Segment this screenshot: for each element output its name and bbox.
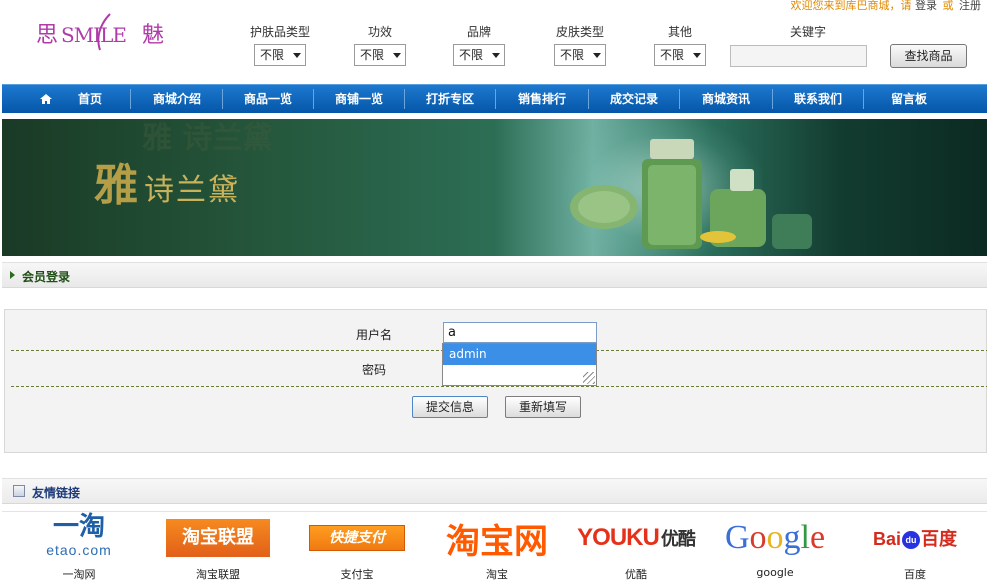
logo-word: SMILE <box>61 23 126 47</box>
filter-skin-type: 皮肤类型 不限 <box>540 24 620 66</box>
filter-effect: 功效 不限 <box>340 24 420 66</box>
password-label: 密码 <box>362 363 387 377</box>
filter-skincare-type-select[interactable]: 不限 <box>254 44 306 66</box>
friend-link-taobao[interactable]: 淘宝网 淘宝 <box>432 512 562 581</box>
youku-logo: YOUKU 优酷 <box>577 524 696 551</box>
chevron-down-icon <box>593 53 601 58</box>
etao-logo: 一淘 etao.com <box>46 511 112 558</box>
chevron-down-icon <box>693 53 701 58</box>
reset-button[interactable]: 重新填写 <box>505 396 581 418</box>
filter-other-select[interactable]: 不限 <box>654 44 706 66</box>
nav-item-news[interactable]: 商城资讯 <box>680 85 772 113</box>
friend-link-caption: 一淘网 <box>62 568 96 581</box>
nav-item-products[interactable]: 商品一览 <box>223 85 313 113</box>
chevron-down-icon <box>393 53 401 58</box>
friend-link-google[interactable]: Google google <box>710 512 840 581</box>
logo-char-left: 思 <box>36 23 58 48</box>
login-form: 用户名 a 密码 提交信息 重新填写 admin <box>4 309 987 453</box>
site-logo[interactable]: 思 SMILE 魅 <box>36 12 176 56</box>
username-input[interactable]: a <box>443 322 597 343</box>
friend-link-caption: 支付宝 <box>340 568 374 581</box>
keyword-input[interactable] <box>730 45 867 67</box>
row-divider <box>11 386 987 387</box>
friend-links-header: 友情链接 <box>2 478 987 504</box>
triangle-right-icon <box>10 271 15 279</box>
member-login-header: 会员登录 <box>2 262 987 288</box>
nav-item-contact[interactable]: 联系我们 <box>773 85 863 113</box>
username-label: 用户名 <box>356 328 393 342</box>
nav-item-guestbook[interactable]: 留言板 <box>864 85 954 113</box>
filter-brand: 品牌 不限 <box>439 24 519 66</box>
friend-link-baidu[interactable]: Bai du 百度 百度 <box>850 512 980 581</box>
friend-link-etao[interactable]: 一淘 etao.com 一淘网 <box>14 512 144 581</box>
filter-label: 功效 <box>367 25 392 39</box>
nav-item-home[interactable]: 首页 <box>60 85 120 113</box>
friend-link-alipay[interactable]: 快捷支付 支付宝 <box>292 512 422 581</box>
autocomplete-option[interactable]: admin <box>443 344 596 365</box>
promo-banner[interactable]: 雅 诗兰黛 雅诗兰黛 <box>2 119 987 256</box>
friend-link-caption: 百度 <box>904 568 926 581</box>
nav-item-discounts[interactable]: 打折专区 <box>405 85 495 113</box>
friend-link-youku[interactable]: YOUKU 优酷 优酷 <box>571 512 701 581</box>
baidu-logo: Bai du 百度 <box>872 529 957 550</box>
logo-char-right: 魅 <box>142 23 164 48</box>
nav-item-sales-ranking[interactable]: 销售排行 <box>496 85 588 113</box>
friend-link-taobao-union[interactable]: 淘宝联盟 淘宝联盟 <box>153 512 283 581</box>
filter-skincare-type: 护肤品类型 不限 <box>240 24 320 66</box>
filter-effect-select[interactable]: 不限 <box>354 44 406 66</box>
friend-links-title: 友情链接 <box>32 486 81 500</box>
home-icon <box>40 94 52 104</box>
taobao-union-logo: 淘宝联盟 <box>153 517 283 559</box>
link-icon <box>13 485 25 497</box>
search-products-button[interactable]: 查找商品 <box>890 44 967 68</box>
filter-other: 其他 不限 <box>640 24 720 66</box>
chevron-down-icon <box>293 53 301 58</box>
friend-link-caption: google <box>756 566 794 579</box>
member-login-title: 会员登录 <box>22 270 71 284</box>
filter-label: 皮肤类型 <box>555 25 604 39</box>
filter-label: 护肤品类型 <box>249 25 310 39</box>
top-welcome-bar: 欢迎您来到库巴商城，请 登录 或 注册 <box>791 0 982 14</box>
friend-link-caption: 淘宝联盟 <box>196 568 240 581</box>
google-logo: Google <box>724 519 826 556</box>
filter-label: 品牌 <box>466 25 491 39</box>
username-autocomplete: admin <box>442 343 597 386</box>
main-nav: 首页 商城介绍 商品一览 商铺一览 打折专区 销售排行 成交记录 商城资讯 联系… <box>2 84 987 113</box>
friend-links-list: 一淘 etao.com 一淘网 淘宝联盟 淘宝联盟 快捷支付 支付宝 淘宝网 淘宝… <box>2 511 987 581</box>
friend-link-caption: 优酷 <box>625 568 647 581</box>
welcome-text: 欢迎您来到库巴商城，请 <box>790 0 912 12</box>
or-text: 或 <box>942 0 954 12</box>
alipay-logo: 快捷支付 <box>292 517 422 559</box>
nav-item-about[interactable]: 商城介绍 <box>132 85 222 113</box>
filter-label: 其他 <box>667 25 692 39</box>
filter-brand-select[interactable]: 不限 <box>453 44 505 66</box>
login-link[interactable]: 登录 <box>915 0 937 12</box>
chevron-down-icon <box>492 53 500 58</box>
keyword-label: 关键字 <box>789 25 826 39</box>
nav-item-transactions[interactable]: 成交记录 <box>589 85 679 113</box>
filter-skin-type-select[interactable]: 不限 <box>554 44 606 66</box>
friend-link-caption: 淘宝 <box>486 568 508 581</box>
banner-products-image <box>570 139 812 249</box>
taobao-logo: 淘宝网 <box>446 521 548 562</box>
submit-button[interactable]: 提交信息 <box>412 396 488 418</box>
resize-grip-icon[interactable] <box>583 372 595 384</box>
register-link[interactable]: 注册 <box>959 0 981 12</box>
nav-item-shops[interactable]: 商铺一览 <box>314 85 404 113</box>
